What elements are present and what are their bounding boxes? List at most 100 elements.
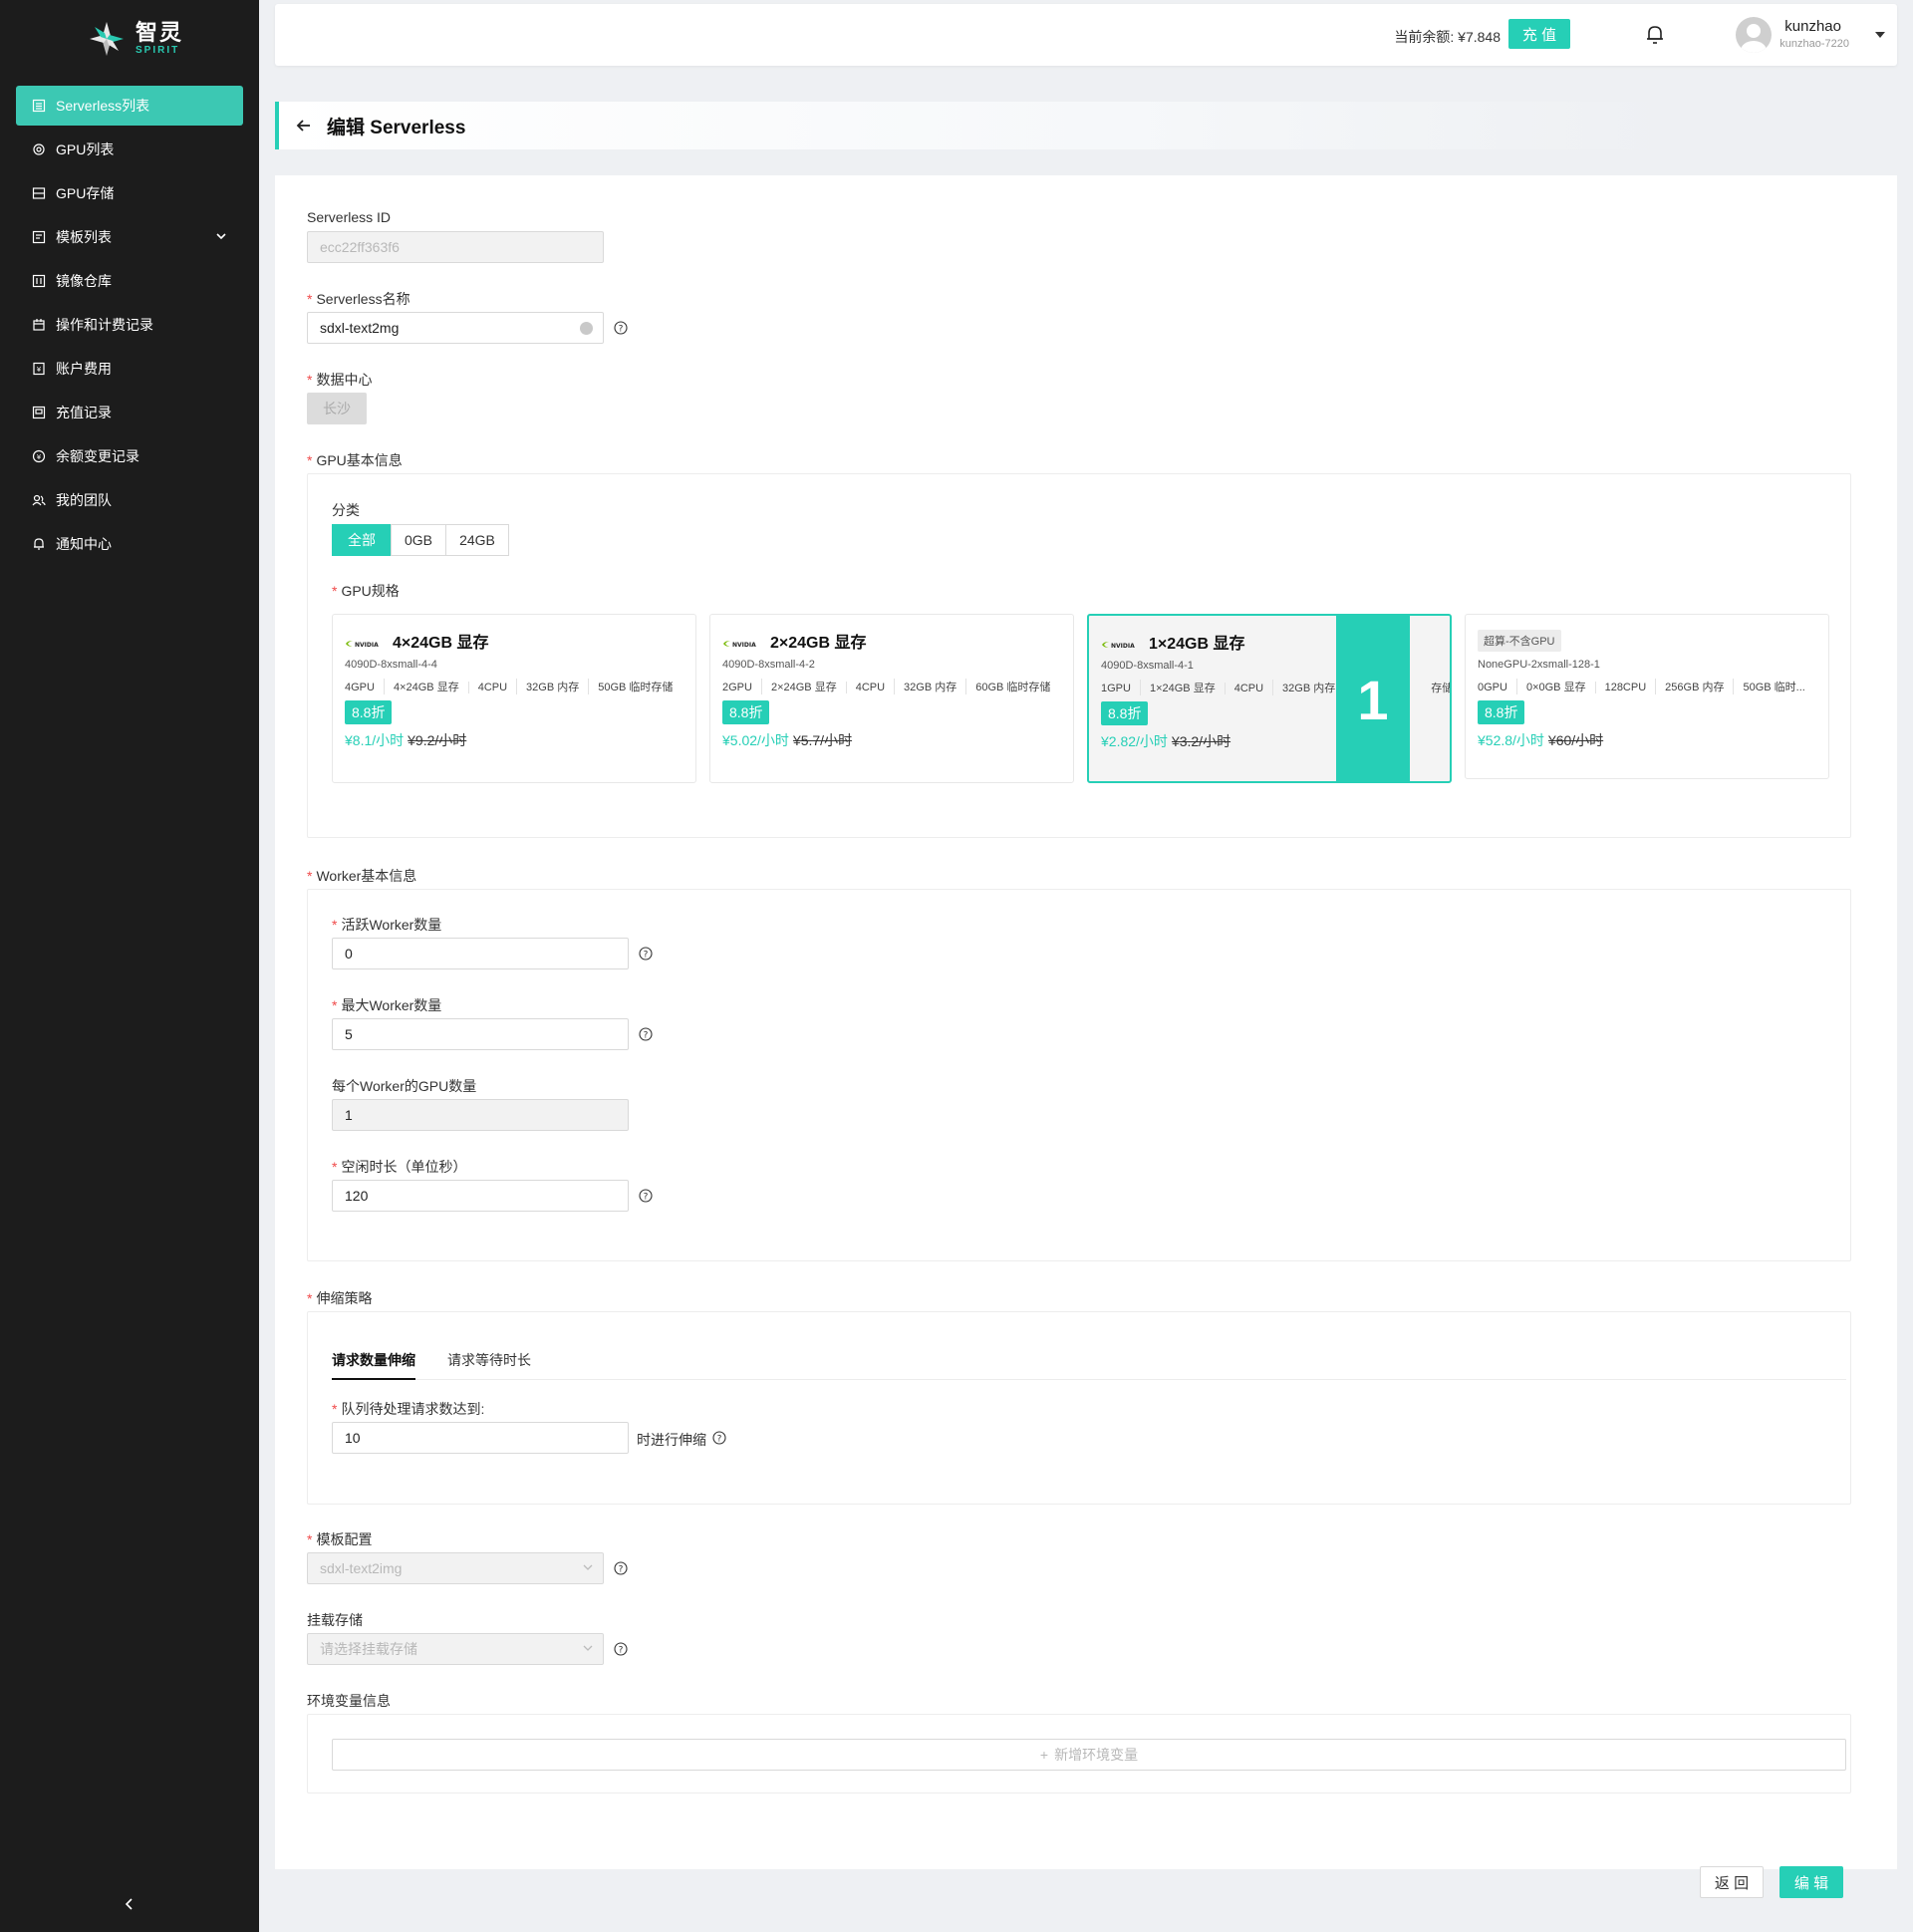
sidebar-item-label: 账户费用: [56, 361, 112, 377]
sidebar-item-label: 充值记录: [56, 405, 112, 420]
sidebar-item-label: 通知中心: [56, 536, 112, 552]
sidebar-nav: Serverless列表 GPU列表 GPU存储 模板列表 镜像仓库 操作和计费…: [16, 86, 243, 568]
sidebar-item-label: 我的团队: [56, 492, 112, 508]
gpu-spec-card[interactable]: 超算-不含GPU NoneGPU-2xsmall-128-1 0GPU 0×0GB…: [1465, 614, 1829, 779]
serverless-name-input[interactable]: sdxl-text2mg: [307, 312, 604, 344]
mount-storage-select[interactable]: 请选择挂载存储: [307, 1633, 604, 1665]
template-select: sdxl-text2img: [307, 1552, 604, 1584]
gpu-title: 1×24GB 显存: [1149, 636, 1245, 653]
tab-request-wait-time[interactable]: 请求等待时长: [447, 1350, 531, 1370]
storage-icon: [32, 186, 46, 200]
back-button[interactable]: 返 回: [1700, 1866, 1764, 1898]
sidebar-item-gpu-list[interactable]: GPU列表: [16, 130, 243, 169]
balance-change-icon: ¥: [32, 449, 46, 463]
sidebar-item-notification-center[interactable]: 通知中心: [16, 524, 243, 564]
avatar[interactable]: [1736, 17, 1772, 53]
active-worker-label: * 活跃Worker数量: [332, 917, 442, 933]
svg-text:?: ?: [619, 325, 624, 335]
gpu-per-worker-label: 每个Worker的GPU数量: [332, 1078, 477, 1094]
sidebar-item-gpu-storage[interactable]: GPU存储: [16, 173, 243, 213]
active-worker-input[interactable]: 0: [332, 938, 629, 969]
discount-badge: 8.8折: [1101, 701, 1149, 725]
env-vars-label: 环境变量信息: [307, 1693, 391, 1709]
gpu-spec-card[interactable]: NVIDIA 2×24GB 显存 4090D-8xsmall-4-2 2GPU 2…: [709, 614, 1074, 783]
help-icon[interactable]: ?: [639, 1027, 653, 1041]
data-center-label: * 数据中心: [307, 372, 373, 388]
max-worker-input[interactable]: 5: [332, 1018, 629, 1050]
active-tab-indicator: [332, 1378, 415, 1380]
template-config-label: * 模板配置: [307, 1531, 373, 1547]
category-0gb[interactable]: 0GB: [391, 524, 446, 556]
user-name[interactable]: kunzhao: [1784, 18, 1841, 35]
collapse-sidebar-icon[interactable]: [122, 1896, 137, 1912]
svg-text:NVIDIA: NVIDIA: [1111, 643, 1135, 650]
category-filter: 全部 0GB 24GB: [332, 524, 509, 556]
category-label: 分类: [332, 502, 360, 518]
nvidia-logo-icon: NVIDIA: [722, 636, 764, 649]
edit-button[interactable]: 编 辑: [1779, 1866, 1843, 1898]
nvidia-logo-icon: NVIDIA: [1101, 637, 1143, 650]
recharge-button[interactable]: 充 值: [1508, 19, 1570, 49]
clear-icon[interactable]: [580, 322, 593, 335]
gpu-icon: [32, 142, 46, 156]
svg-text:?: ?: [644, 1031, 649, 1041]
svg-text:?: ?: [619, 1646, 624, 1656]
gpu-section: 分类 全部 0GB 24GB * GPU规格 NVIDIA 4×24GB 显存 4…: [307, 473, 1851, 838]
page-title: 编辑 Serverless: [327, 117, 466, 138]
chevron-down-icon: [583, 1645, 593, 1651]
sidebar-item-label: 镜像仓库: [56, 273, 112, 289]
sidebar-item-serverless-list[interactable]: Serverless列表: [16, 86, 243, 126]
idle-timeout-input[interactable]: 120: [332, 1180, 629, 1212]
tab-request-count-scaling[interactable]: 请求数量伸缩: [332, 1350, 415, 1370]
serverless-id-label: Serverless ID: [307, 209, 392, 225]
gpu-code: 4090D-8xsmall-4-4: [345, 659, 437, 671]
add-env-var-button[interactable]: + 新增环境变量: [332, 1739, 1846, 1771]
gpu-specs: 2GPU 2×24GB 显存 4CPU 32GB 内存 60GB 临时存储: [722, 679, 1061, 694]
serverless-name-label: * Serverless名称: [307, 291, 410, 307]
sidebar-item-recharge-records[interactable]: 充值记录: [16, 393, 243, 432]
worker-section: * 活跃Worker数量 0 ? * 最大Worker数量 5 ? 每个Worker…: [307, 889, 1851, 1261]
sidebar: 智灵 SPIRIT Serverless列表 GPU列表 GPU存储 模板列表 …: [0, 0, 259, 1932]
spirit-logo-icon: [88, 20, 126, 58]
brand-logo[interactable]: 智灵 SPIRIT: [88, 20, 183, 58]
category-all[interactable]: 全部: [332, 524, 392, 556]
sidebar-item-billing-records[interactable]: 操作和计费记录: [16, 305, 243, 345]
sidebar-item-my-team[interactable]: 我的团队: [16, 480, 243, 520]
gpu-title: 2×24GB 显存: [770, 635, 867, 652]
scale-section-label: * 伸缩策略: [307, 1290, 373, 1306]
sidebar-item-account-fees[interactable]: ¥ 账户费用: [16, 349, 243, 389]
sidebar-item-template-list[interactable]: 模板列表: [16, 217, 243, 257]
image-repo-icon: [32, 274, 46, 288]
sidebar-item-label: GPU存储: [56, 185, 115, 201]
env-vars-section: + 新增环境变量: [307, 1714, 1851, 1794]
help-icon[interactable]: ?: [614, 321, 628, 335]
brand-name-en: SPIRIT: [136, 45, 180, 56]
gpu-spec-card[interactable]: NVIDIA 4×24GB 显存 4090D-8xsmall-4-4 4GPU 4…: [332, 614, 696, 783]
sidebar-item-image-repo[interactable]: 镜像仓库: [16, 261, 243, 301]
help-icon[interactable]: ?: [614, 1561, 628, 1575]
sidebar-item-label: 操作和计费记录: [56, 317, 153, 333]
user-menu-caret-icon[interactable]: [1875, 32, 1885, 38]
help-icon[interactable]: ?: [614, 1642, 628, 1656]
gpu-section-label: * GPU基本信息: [307, 452, 403, 468]
queue-threshold-input[interactable]: 10: [332, 1422, 629, 1454]
brand-name-cn: 智灵: [136, 20, 184, 45]
category-24gb[interactable]: 24GB: [445, 524, 509, 556]
bell-icon[interactable]: [1645, 24, 1665, 46]
gpu-specs: 0GPU 0×0GB 显存 128CPU 256GB 内存 50GB 临时...: [1478, 679, 1816, 694]
mount-storage-label: 挂载存储: [307, 1612, 363, 1628]
svg-text:NVIDIA: NVIDIA: [355, 642, 379, 649]
cpu-only-tag: 超算-不含GPU: [1478, 630, 1561, 652]
sidebar-item-label: GPU列表: [56, 141, 115, 157]
help-icon[interactable]: ?: [639, 1189, 653, 1203]
help-icon[interactable]: ?: [639, 947, 653, 961]
sidebar-item-balance-changes[interactable]: ¥ 余额变更记录: [16, 436, 243, 476]
sidebar-item-label: 模板列表: [56, 229, 112, 245]
back-arrow-icon[interactable]: [295, 117, 313, 135]
top-bar: 当前余额: ¥7.848 充 值 kunzhao kunzhao-7220: [275, 4, 1897, 66]
queue-threshold-label: * 队列待处理请求数达到:: [332, 1401, 485, 1417]
gpu-price: ¥5.02/小时 ¥5.7/小时: [722, 732, 853, 748]
gpu-per-worker-field: 1: [332, 1099, 629, 1131]
gpu-spec-card-selected[interactable]: NVIDIA 1×24GB 显存 4090D-8xsmall-4-1 1GPU 1…: [1087, 614, 1452, 783]
help-icon[interactable]: ?: [712, 1431, 726, 1445]
